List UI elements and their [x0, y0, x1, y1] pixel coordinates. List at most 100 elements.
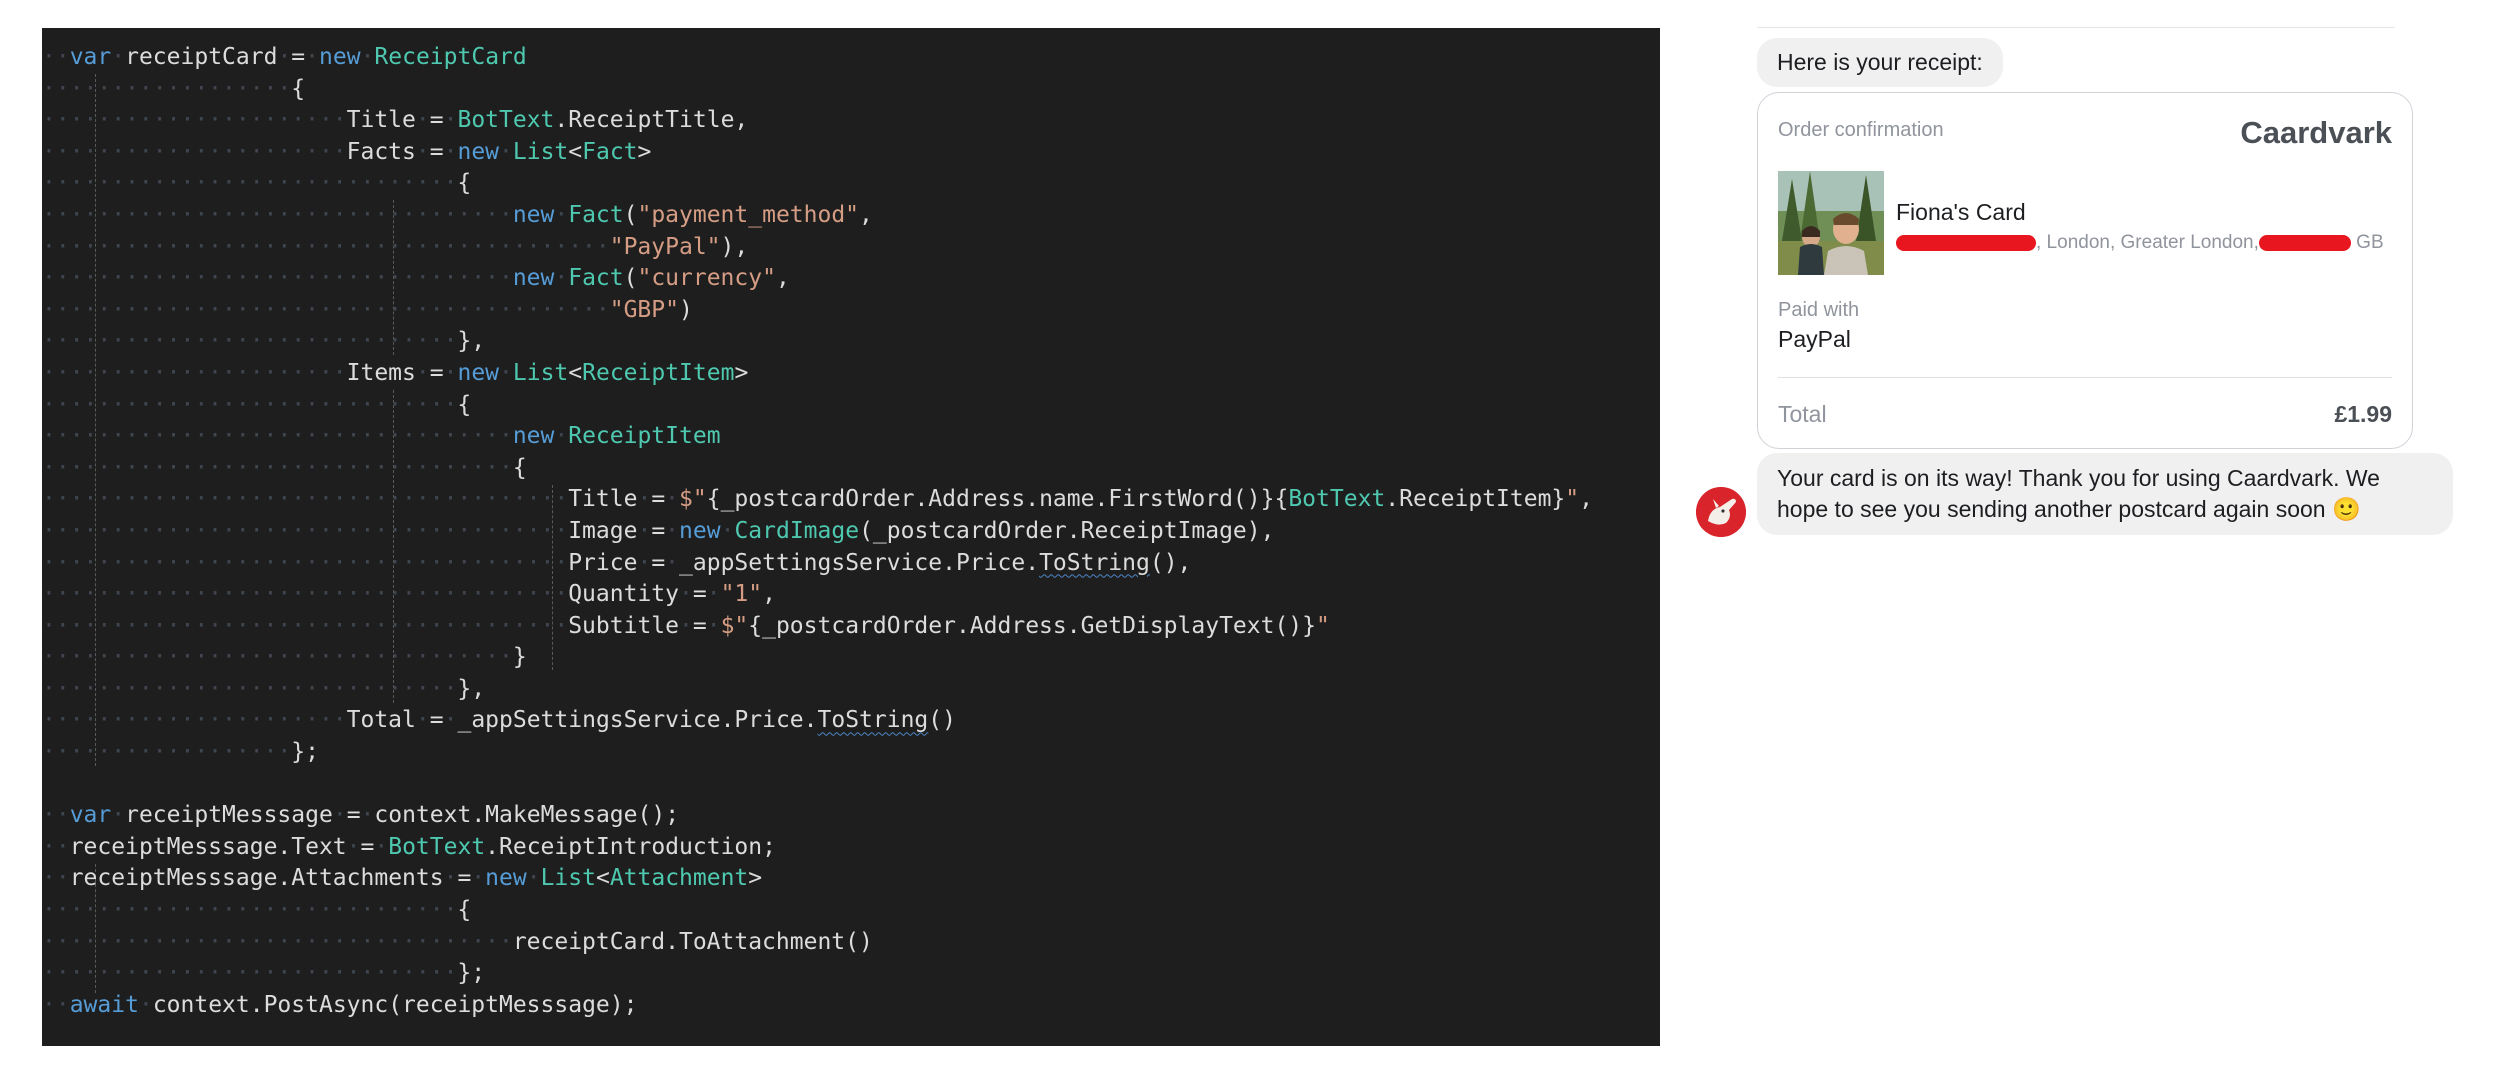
chat-pane: Here is your receipt: Order confirmation… — [1690, 0, 2490, 1088]
code-line[interactable]: ··receiptMesssage.Text·=·BotText.Receipt… — [42, 832, 1660, 864]
code-token: < — [595, 865, 610, 892]
code-token: receiptCard.ToAttachment() — [512, 928, 873, 955]
whitespace-token: · — [443, 107, 458, 134]
code-token: new — [512, 423, 555, 450]
code-line[interactable]: ······························}; — [42, 958, 1660, 990]
code-line[interactable]: ······························{ — [42, 895, 1660, 927]
code-line[interactable]: ··················{ — [42, 74, 1660, 106]
chat-divider — [1757, 27, 2395, 28]
code-token: " — [1565, 486, 1580, 513]
smiley-icon: 🙂 — [2331, 496, 2361, 522]
code-line[interactable]: ······································Qu… — [42, 579, 1660, 611]
code-line[interactable]: ··var·receiptMesssage·=·context.MakeMess… — [42, 800, 1660, 832]
code-line[interactable]: ······················Total·=·_appSettin… — [42, 705, 1660, 737]
code-line[interactable]: ······················Title·=·BotText.Re… — [42, 105, 1660, 137]
code-token: ReceiptCard — [374, 44, 527, 70]
code-token: _appSettingsService.Price. — [457, 707, 818, 734]
receipt-item-subtitle: , London, Greater London, GB — [1896, 232, 2384, 254]
code-token: ( — [623, 201, 638, 228]
code-token: .ReceiptItem} — [1385, 486, 1566, 513]
whitespace-token: ·· — [42, 865, 70, 892]
code-line[interactable]: ······················Facts·=·new·List<F… — [42, 137, 1660, 169]
whitespace-token: ······························ — [42, 897, 458, 924]
whitespace-token: ······················ — [42, 359, 347, 386]
code-token: {_postcardOrder.Address.GetDisplayText()… — [748, 612, 1316, 639]
code-token: "GBP" — [609, 296, 679, 323]
code-token: $" — [679, 486, 707, 513]
code-token: = — [291, 44, 306, 70]
code-line[interactable]: ······································Ti… — [42, 484, 1660, 516]
code-token: (), — [1149, 549, 1192, 576]
receipt-card[interactable]: Order confirmation Caardvark Fiona's Car… — [1757, 92, 2413, 449]
code-line[interactable]: ··································new·Re… — [42, 421, 1660, 453]
receipt-item-photo[interactable] — [1778, 171, 1884, 275]
code-token: = — [429, 107, 444, 134]
code-token: = — [651, 517, 666, 544]
code-editor[interactable]: ··var·receiptCard·=·new·ReceiptCard ·····… — [42, 28, 1660, 1046]
whitespace-token: ·································· — [42, 201, 513, 228]
code-line[interactable] — [42, 769, 1660, 801]
whitespace-token: ······························ — [42, 170, 458, 197]
code-line[interactable]: ··································new·Fa… — [42, 200, 1660, 232]
code-token: = — [692, 581, 707, 608]
code-token: Price — [568, 549, 638, 576]
code-line[interactable]: ··receiptMesssage.Attachments·=·new·List… — [42, 863, 1660, 895]
code-line[interactable]: ··································new·Fa… — [42, 263, 1660, 295]
code-token: new — [319, 44, 361, 70]
code-token: .ReceiptIntroduction; — [485, 833, 776, 860]
whitespace-token: · — [305, 44, 320, 70]
code-token: > — [734, 359, 749, 386]
code-token: }; — [457, 960, 486, 987]
whitespace-token: · — [665, 549, 680, 576]
confirmation-text: Your card is on its way! Thank you for u… — [1777, 465, 2380, 522]
receipt-subtitle: Order confirmation — [1778, 119, 1944, 141]
code-token: { — [512, 454, 527, 481]
whitespace-token: · — [554, 265, 569, 292]
code-token: "1" — [720, 581, 763, 608]
code-token: BotText — [1288, 486, 1386, 513]
code-line[interactable]: ········································… — [42, 295, 1660, 327]
code-token: context.PostAsync(receiptMesssage); — [152, 991, 638, 1018]
bot-avatar[interactable] — [1696, 487, 1746, 537]
whitespace-token: · — [415, 707, 430, 734]
code-token: Quantity — [568, 581, 679, 608]
code-token: "payment_method" — [637, 201, 860, 228]
code-line[interactable]: ······························{ — [42, 168, 1660, 200]
code-line[interactable]: ······································Pr… — [42, 548, 1660, 580]
whitespace-token: · — [332, 802, 347, 829]
code-token: ), — [720, 233, 749, 260]
code-token: " — [1316, 612, 1330, 639]
code-line[interactable]: ······························{ — [42, 390, 1660, 422]
code-line[interactable]: ··································} — [42, 642, 1660, 674]
code-token: { — [457, 897, 472, 924]
code-token: new — [457, 359, 500, 386]
whitespace-token: ·································· — [42, 265, 513, 292]
aardvark-icon — [1696, 487, 1746, 537]
code-line[interactable]: ······················Items·=·new·List<R… — [42, 358, 1660, 390]
code-line[interactable]: ······························}, — [42, 326, 1660, 358]
code-line[interactable]: ··await·context.PostAsync(receiptMesssag… — [42, 990, 1660, 1022]
code-token: { — [291, 75, 306, 102]
whitespace-token: · — [554, 201, 569, 228]
code-line[interactable]: ··································receip… — [42, 927, 1660, 959]
receipt-item-title: Fiona's Card — [1896, 199, 2026, 225]
code-line[interactable]: ······························}, — [42, 674, 1660, 706]
whitespace-token: ·································· — [42, 644, 513, 671]
whitespace-token: · — [443, 359, 458, 386]
code-token: }, — [457, 675, 486, 702]
receipt-brand: Caardvark — [2240, 115, 2392, 150]
code-line[interactable]: ··var·receiptCard·=·new·ReceiptCard — [42, 42, 1660, 74]
receipt-intro-message: Here is your receipt: — [1757, 38, 2003, 87]
code-token: ReceiptItem — [582, 359, 735, 386]
code-line[interactable]: ··································{ — [42, 453, 1660, 485]
whitespace-token: · — [443, 138, 458, 165]
code-line[interactable]: ······································Su… — [42, 611, 1660, 643]
code-line[interactable]: ········································… — [42, 232, 1660, 264]
whitespace-token: ······················ — [42, 107, 347, 134]
code-token: Title — [568, 486, 638, 513]
whitespace-token: ······································ — [42, 581, 569, 608]
code-line[interactable]: ······································Im… — [42, 516, 1660, 548]
whitespace-token: · — [346, 833, 361, 860]
code-line[interactable]: ··················}; — [42, 737, 1660, 769]
redaction-mark — [1896, 234, 2036, 251]
